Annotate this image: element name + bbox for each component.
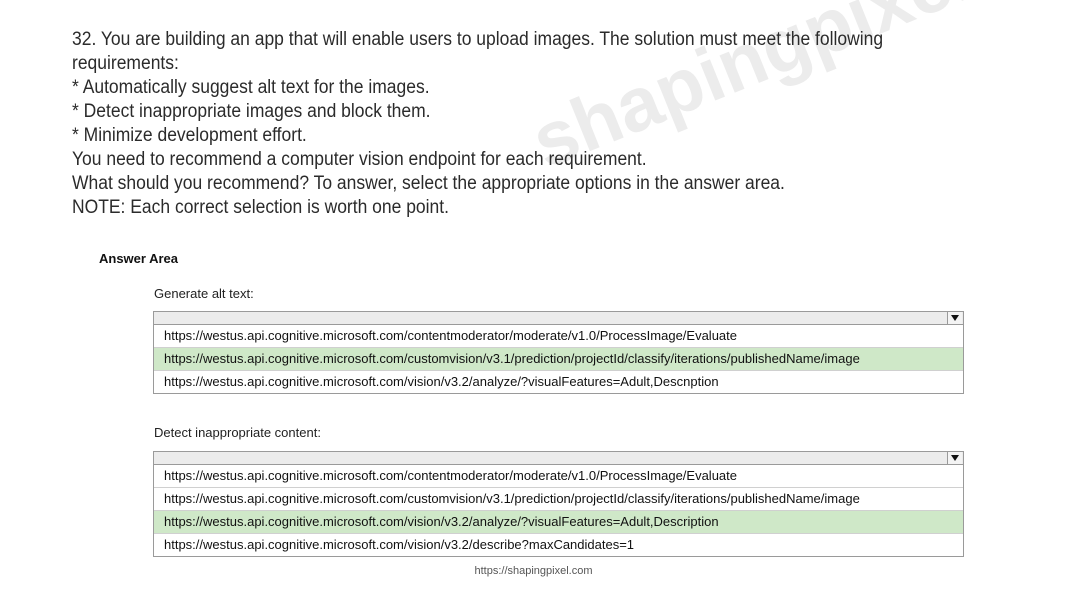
question-line: * Detect inappropriate images and block …: [72, 101, 431, 122]
question-line: NOTE: Each correct selection is worth on…: [72, 197, 449, 218]
question-text: 32. You are building an app that will en…: [72, 28, 900, 220]
footer-url: https://shapingpixel.com: [474, 565, 593, 577]
inappropriate-content-label: Detect inappropriate content:: [154, 425, 321, 440]
dropdown-option-selected[interactable]: https://westus.api.cognitive.microsoft.c…: [154, 348, 963, 371]
question-line: 32. You are building an app that will en…: [72, 29, 884, 50]
dropdown-option[interactable]: https://westus.api.cognitive.microsoft.c…: [154, 534, 963, 556]
question-line: * Automatically suggest alt text for the…: [72, 77, 430, 98]
chevron-down-icon[interactable]: [947, 312, 962, 324]
question-line: requirements:: [72, 53, 179, 74]
inappropriate-content-dropdown[interactable]: https://westus.api.cognitive.microsoft.c…: [153, 451, 964, 557]
question-line: You need to recommend a computer vision …: [72, 149, 647, 170]
alt-text-dropdown[interactable]: https://westus.api.cognitive.microsoft.c…: [153, 311, 964, 394]
chevron-down-icon[interactable]: [947, 452, 962, 464]
dropdown-header[interactable]: [154, 452, 963, 465]
dropdown-option-selected[interactable]: https://westus.api.cognitive.microsoft.c…: [154, 511, 963, 534]
question-line: What should you recommend? To answer, se…: [72, 173, 785, 194]
page-content: 32. You are building an app that will en…: [0, 0, 1067, 600]
dropdown-option[interactable]: https://westus.api.cognitive.microsoft.c…: [154, 488, 963, 511]
dropdown-option[interactable]: https://westus.api.cognitive.microsoft.c…: [154, 325, 963, 348]
alt-text-label: Generate alt text:: [154, 286, 254, 301]
dropdown-header[interactable]: [154, 312, 963, 325]
dropdown-option[interactable]: https://westus.api.cognitive.microsoft.c…: [154, 371, 963, 393]
question-line: * Minimize development effort.: [72, 125, 307, 146]
dropdown-option[interactable]: https://westus.api.cognitive.microsoft.c…: [154, 465, 963, 488]
answer-area-title: Answer Area: [99, 251, 178, 266]
